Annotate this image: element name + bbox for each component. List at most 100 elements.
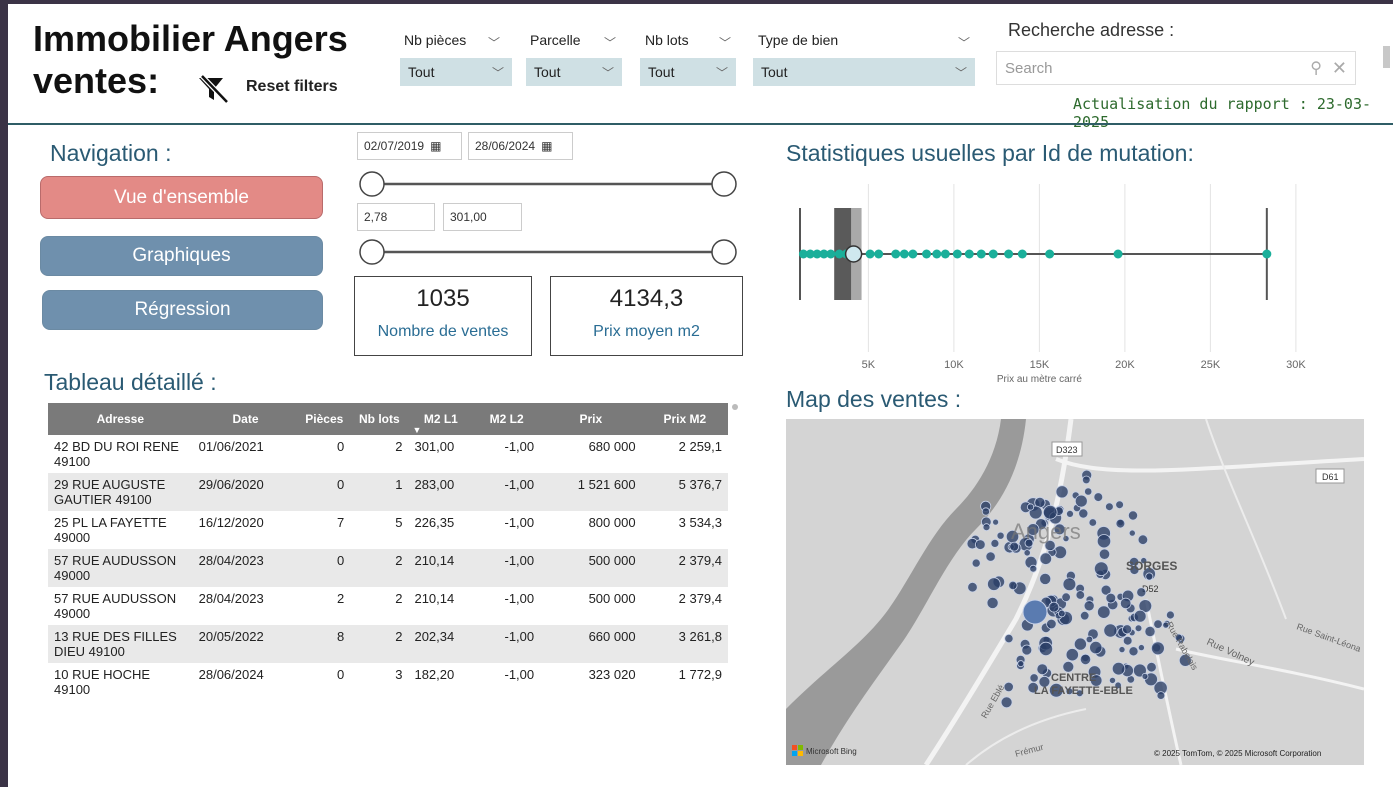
map-marker[interactable]	[1038, 641, 1053, 656]
map-marker[interactable]	[996, 531, 1005, 540]
column-header[interactable]: Prix M2	[641, 403, 728, 435]
map-marker[interactable]	[1122, 635, 1133, 646]
map-marker[interactable]	[1057, 609, 1066, 618]
column-header[interactable]: Prix	[540, 403, 642, 435]
map-marker[interactable]	[1115, 500, 1124, 509]
table-row[interactable]: 57 RUE AUDUSSON 49000 28/04/2023 0 2 210…	[48, 549, 728, 587]
table-scroll-dot[interactable]	[732, 404, 738, 410]
nav-button-overview[interactable]: Vue d'ensemble	[40, 176, 323, 219]
map-marker[interactable]	[1048, 601, 1060, 613]
map-marker[interactable]	[1036, 663, 1049, 676]
slicer-nb-lots-collapse-icon[interactable]: ﹀	[719, 34, 731, 51]
surface-range-slider[interactable]	[358, 235, 742, 271]
calendar-icon[interactable]: ▦	[430, 139, 441, 153]
map-marker[interactable]	[1046, 618, 1057, 630]
map-marker[interactable]	[1042, 505, 1058, 520]
map-marker[interactable]	[1075, 590, 1086, 600]
table-row[interactable]: 42 BD DU ROI RENE 49100 01/06/2021 0 2 3…	[48, 435, 728, 473]
map-marker[interactable]	[1079, 653, 1092, 665]
map-marker[interactable]	[1105, 592, 1117, 604]
map-marker[interactable]	[1141, 672, 1149, 680]
map-marker[interactable]	[1137, 534, 1149, 545]
map-marker[interactable]	[1062, 660, 1075, 673]
map-marker[interactable]	[1026, 503, 1035, 511]
map-marker[interactable]	[1055, 485, 1069, 499]
map-marker[interactable]	[1137, 644, 1145, 652]
map-marker[interactable]	[1083, 600, 1095, 612]
map-marker[interactable]	[1062, 577, 1077, 592]
reset-filters-button[interactable]: Reset filters	[246, 78, 338, 96]
date-range-slider[interactable]	[358, 167, 742, 203]
map-marker[interactable]	[1156, 691, 1166, 700]
map-marker[interactable]	[1111, 661, 1126, 676]
slicer-parcelle-collapse-icon[interactable]: ﹀	[604, 34, 616, 51]
map-marker[interactable]	[1144, 625, 1156, 637]
map-marker-large[interactable]	[1022, 599, 1048, 625]
map-marker[interactable]	[1145, 572, 1154, 581]
date-start-input[interactable]: 02/07/2019 ▦	[357, 132, 462, 160]
map-marker[interactable]	[1073, 637, 1087, 651]
map-marker[interactable]	[1093, 492, 1104, 502]
date-end-input[interactable]: 28/06/2024 ▦	[468, 132, 573, 160]
map-marker[interactable]	[981, 507, 990, 516]
map-marker[interactable]	[1122, 624, 1133, 635]
map-marker[interactable]	[1081, 475, 1091, 485]
map-canvas[interactable]: D323 D61 D52 SORGES Angers CENTRE LA FAY…	[786, 419, 1364, 765]
table-row[interactable]: 29 RUE AUGUSTE GAUTIER 49100 29/06/2020 …	[48, 473, 728, 511]
range-min-input[interactable]: 2,78	[357, 203, 435, 231]
map-marker[interactable]	[967, 581, 978, 593]
slicer-nb-lots-dropdown[interactable]: Tout ﹀	[640, 58, 736, 86]
column-header[interactable]: Nb lots	[350, 403, 409, 435]
table-row[interactable]: 25 PL LA FAYETTE 49000 16/12/2020 7 5 22…	[48, 511, 728, 549]
map-marker[interactable]	[1133, 609, 1147, 623]
map-marker[interactable]	[1066, 510, 1074, 518]
map-marker[interactable]	[1153, 619, 1163, 629]
map-marker[interactable]	[1000, 696, 1013, 709]
map-marker[interactable]	[971, 558, 981, 568]
map-marker[interactable]	[1084, 487, 1093, 496]
map-marker[interactable]	[1108, 676, 1116, 684]
sales-map[interactable]: D323 D61 D52 SORGES Angers CENTRE LA FAY…	[786, 419, 1364, 765]
close-icon[interactable]: ✕	[1332, 58, 1347, 79]
search-input[interactable]: Search ⚲ ✕	[996, 51, 1356, 85]
map-marker[interactable]	[1150, 641, 1165, 656]
slicer-nb-pieces-collapse-icon[interactable]: ﹀	[488, 34, 500, 51]
map-marker[interactable]	[1146, 661, 1157, 673]
map-marker[interactable]	[1029, 673, 1039, 683]
map-marker[interactable]	[1120, 597, 1132, 610]
map-marker[interactable]	[1115, 518, 1126, 529]
map-marker[interactable]	[982, 523, 991, 532]
nav-button-graphs[interactable]: Graphiques	[40, 236, 323, 276]
range-max-input[interactable]: 301,00	[443, 203, 522, 231]
map-marker[interactable]	[1061, 592, 1071, 602]
search-icon[interactable]: ⚲	[1310, 58, 1322, 78]
table-row[interactable]: 13 RUE DES FILLES DIEU 49100 20/05/2022 …	[48, 625, 728, 663]
scrollbar-thumb[interactable]	[1383, 46, 1390, 68]
map-marker[interactable]	[1128, 529, 1136, 537]
map-marker[interactable]	[1096, 534, 1112, 549]
map-marker[interactable]	[1134, 624, 1143, 633]
map-marker[interactable]	[1128, 646, 1139, 657]
map-marker[interactable]	[1165, 610, 1175, 620]
map-marker[interactable]	[1021, 644, 1033, 656]
map-marker[interactable]	[1039, 552, 1052, 565]
map-marker[interactable]	[1080, 610, 1090, 621]
map-marker[interactable]	[1136, 587, 1147, 598]
calendar-icon[interactable]: ▦	[541, 139, 552, 153]
map-marker[interactable]	[1004, 634, 1014, 644]
column-header[interactable]: Date	[192, 403, 299, 435]
map-marker[interactable]	[1003, 681, 1014, 692]
map-marker[interactable]	[1105, 502, 1114, 511]
column-header[interactable]: M2 L2	[473, 403, 541, 435]
slicer-parcelle-dropdown[interactable]: Tout ﹀	[526, 58, 622, 86]
map-marker[interactable]	[1078, 508, 1089, 519]
map-marker[interactable]	[987, 577, 1001, 591]
map-marker[interactable]	[1089, 641, 1103, 655]
table-row[interactable]: 10 RUE HOCHE 49100 28/06/2024 0 3 182,20…	[48, 663, 728, 701]
slicer-nb-pieces-dropdown[interactable]: Tout ﹀	[400, 58, 512, 86]
map-marker[interactable]	[1039, 572, 1052, 585]
map-marker[interactable]	[1085, 635, 1094, 644]
map-marker[interactable]	[992, 518, 1000, 526]
map-marker[interactable]	[1098, 548, 1111, 560]
map-marker[interactable]	[1097, 605, 1111, 619]
